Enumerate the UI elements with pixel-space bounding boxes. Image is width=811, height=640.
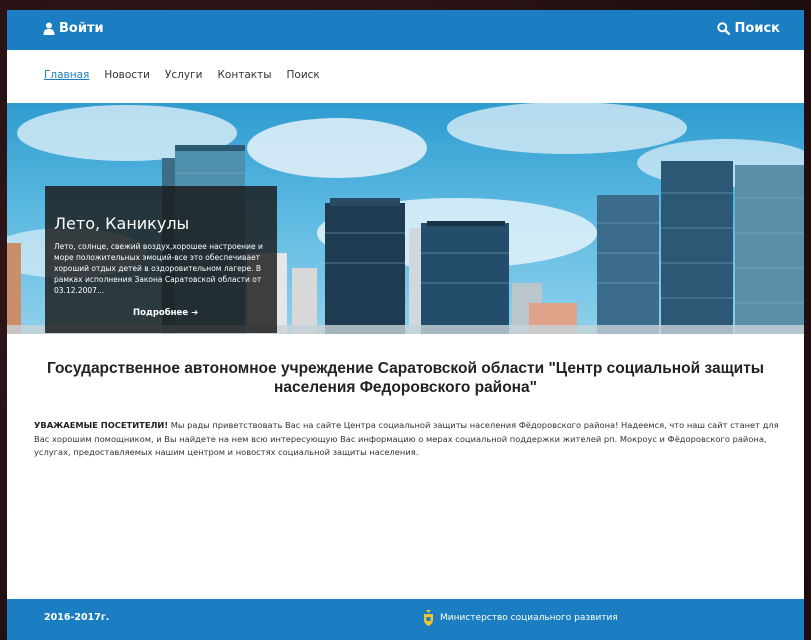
login-label: Войти	[59, 21, 104, 36]
coat-of-arms-icon	[424, 610, 433, 626]
welcome-heading: УВАЖАЕМЫЕ ПОСЕТИТЕЛИ!	[34, 420, 169, 430]
nav-item-services[interactable]: Услуги	[165, 69, 202, 81]
nav-item-news[interactable]: Новости	[104, 69, 150, 81]
footer: 2016-2017г. Министерство социального раз…	[7, 599, 804, 640]
slide-title: Лето, Каникулы	[54, 214, 190, 233]
read-more-link[interactable]: Подробнее ➔	[133, 308, 198, 318]
slide-text: Лето, солнце, свежий воздух,хорошее наст…	[54, 242, 263, 295]
page-title: Государственное автономное учреждение Са…	[46, 360, 765, 396]
copyright-year: 2016-2017г.	[44, 612, 110, 623]
top-bar: Войти Поиск	[7, 10, 804, 50]
page: Войти Поиск Главная Новости Услуги Конта…	[7, 10, 804, 640]
hero-slider[interactable]: Лето, Каникулы Лето, солнце, свежий возд…	[7, 103, 804, 334]
nav-item-search[interactable]: Поиск	[287, 69, 320, 81]
welcome-text: УВАЖАЕМЫЕ ПОСЕТИТЕЛИ! Мы рады приветство…	[34, 419, 782, 460]
main-nav: Главная Новости Услуги Контакты Поиск	[44, 69, 320, 81]
search-label: Поиск	[734, 21, 780, 36]
slide-caption: Лето, Каникулы Лето, солнце, свежий возд…	[45, 186, 277, 333]
nav-item-contacts[interactable]: Контакты	[217, 69, 271, 81]
ministry-link[interactable]: Министерство социального развития	[423, 610, 618, 626]
read-more-label: Подробнее	[133, 308, 189, 318]
ministry-label: Министерство социального развития	[440, 613, 618, 623]
login-button[interactable]: Войти	[43, 21, 104, 36]
nav-item-home[interactable]: Главная	[44, 69, 89, 81]
user-icon	[43, 22, 55, 35]
arrow-right-icon: ➔	[191, 308, 199, 318]
search-button[interactable]: Поиск	[716, 21, 780, 36]
search-icon	[716, 22, 730, 35]
